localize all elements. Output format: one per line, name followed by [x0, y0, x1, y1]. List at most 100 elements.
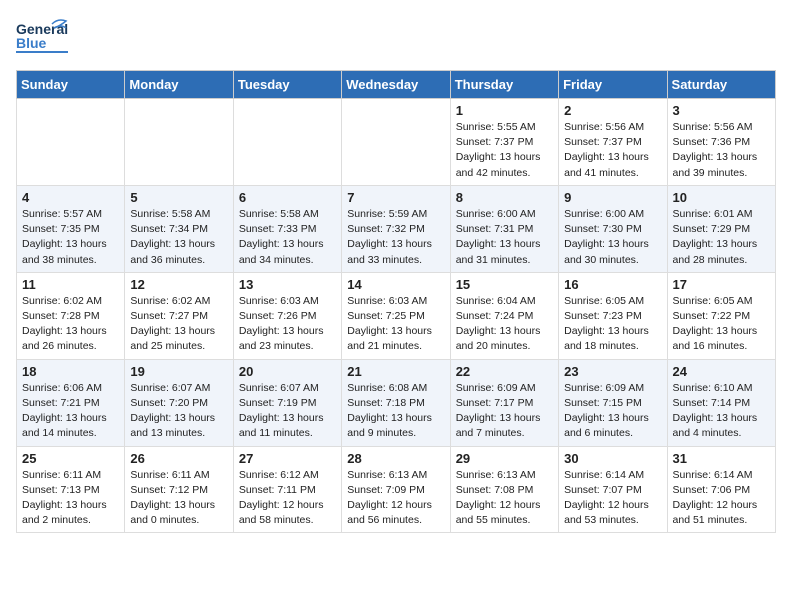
day-cell-23: 23Sunrise: 6:09 AM Sunset: 7:15 PM Dayli… [559, 359, 667, 446]
empty-cell [342, 99, 450, 186]
day-info: Sunrise: 6:05 AM Sunset: 7:22 PM Dayligh… [673, 294, 770, 355]
day-cell-27: 27 Sunrise: 6:12 AM Sunset: 7:11 PM Dayli… [233, 446, 341, 533]
day-number: 26 [130, 451, 227, 466]
day-number: 30 [564, 451, 661, 466]
day-cell-16: 16 Sunrise: 6:05 AM Sunset: 7:23 PM Dayli… [559, 272, 667, 359]
day-cell-2: 2 Sunrise: 5:56 AM Sunset: 7:37 PM Daylig… [559, 99, 667, 186]
day-info: Sunrise: 6:11 AM Sunset: 7:13 PM Dayligh… [22, 468, 119, 529]
day-number: 15 [456, 277, 553, 292]
day-cell-14: 14Sunrise: 6:03 AM Sunset: 7:25 PM Dayli… [342, 272, 450, 359]
day-number: 8 [456, 190, 553, 205]
svg-text:Blue: Blue [16, 35, 47, 51]
day-cell-26: 26 Sunrise: 6:11 AM Sunset: 7:12 PM Dayli… [125, 446, 233, 533]
day-info: Sunrise: 6:01 AM Sunset: 7:29 PM Dayligh… [673, 207, 770, 268]
day-number: 9 [564, 190, 661, 205]
day-number: 1 [456, 103, 553, 118]
day-cell-3: 3Sunrise: 5:56 AM Sunset: 7:36 PM Daylig… [667, 99, 775, 186]
week-row-3: 11 Sunrise: 6:02 AM Sunset: 7:28 PM Dayli… [17, 272, 776, 359]
empty-cell [125, 99, 233, 186]
day-cell-13: 13Sunrise: 6:03 AM Sunset: 7:26 PM Dayli… [233, 272, 341, 359]
day-info: Sunrise: 5:56 AM Sunset: 7:36 PM Dayligh… [673, 120, 770, 181]
day-info: Sunrise: 5:56 AM Sunset: 7:37 PM Dayligh… [564, 120, 661, 181]
day-info: Sunrise: 6:05 AM Sunset: 7:23 PM Dayligh… [564, 294, 661, 355]
day-info: Sunrise: 6:07 AM Sunset: 7:19 PM Dayligh… [239, 381, 336, 442]
day-number: 18 [22, 364, 119, 379]
day-number: 29 [456, 451, 553, 466]
day-number: 11 [22, 277, 119, 292]
day-cell-7: 7 Sunrise: 5:59 AM Sunset: 7:32 PM Daylig… [342, 185, 450, 272]
day-info: Sunrise: 6:00 AM Sunset: 7:30 PM Dayligh… [564, 207, 661, 268]
weekday-header-saturday: Saturday [667, 71, 775, 99]
day-cell-28: 28 Sunrise: 6:13 AM Sunset: 7:09 PM Dayli… [342, 446, 450, 533]
day-number: 25 [22, 451, 119, 466]
day-cell-21: 21Sunrise: 6:08 AM Sunset: 7:18 PM Dayli… [342, 359, 450, 446]
week-row-5: 25 Sunrise: 6:11 AM Sunset: 7:13 PM Dayli… [17, 446, 776, 533]
day-cell-8: 8 Sunrise: 6:00 AM Sunset: 7:31 PM Daylig… [450, 185, 558, 272]
day-info: Sunrise: 6:13 AM Sunset: 7:09 PM Dayligh… [347, 468, 444, 529]
day-cell-22: 22 Sunrise: 6:09 AM Sunset: 7:17 PM Dayli… [450, 359, 558, 446]
day-cell-29: 29 Sunrise: 6:13 AM Sunset: 7:08 PM Dayli… [450, 446, 558, 533]
logo: General Blue [16, 16, 68, 58]
day-number: 28 [347, 451, 444, 466]
weekday-header-sunday: Sunday [17, 71, 125, 99]
day-info: Sunrise: 5:58 AM Sunset: 7:34 PM Dayligh… [130, 207, 227, 268]
day-info: Sunrise: 6:06 AM Sunset: 7:21 PM Dayligh… [22, 381, 119, 442]
day-info: Sunrise: 5:58 AM Sunset: 7:33 PM Dayligh… [239, 207, 336, 268]
day-cell-5: 5 Sunrise: 5:58 AM Sunset: 7:34 PM Daylig… [125, 185, 233, 272]
day-number: 27 [239, 451, 336, 466]
day-info: Sunrise: 6:09 AM Sunset: 7:15 PM Dayligh… [564, 381, 661, 442]
day-number: 14 [347, 277, 444, 292]
day-number: 13 [239, 277, 336, 292]
day-number: 10 [673, 190, 770, 205]
day-info: Sunrise: 6:14 AM Sunset: 7:07 PM Dayligh… [564, 468, 661, 529]
day-info: Sunrise: 5:55 AM Sunset: 7:37 PM Dayligh… [456, 120, 553, 181]
day-cell-30: 30 Sunrise: 6:14 AM Sunset: 7:07 PM Dayli… [559, 446, 667, 533]
day-info: Sunrise: 6:00 AM Sunset: 7:31 PM Dayligh… [456, 207, 553, 268]
day-number: 7 [347, 190, 444, 205]
day-info: Sunrise: 6:13 AM Sunset: 7:08 PM Dayligh… [456, 468, 553, 529]
day-number: 16 [564, 277, 661, 292]
weekday-header-friday: Friday [559, 71, 667, 99]
week-row-2: 4 Sunrise: 5:57 AM Sunset: 7:35 PM Daylig… [17, 185, 776, 272]
day-number: 31 [673, 451, 770, 466]
weekday-header-tuesday: Tuesday [233, 71, 341, 99]
day-cell-11: 11 Sunrise: 6:02 AM Sunset: 7:28 PM Dayli… [17, 272, 125, 359]
day-cell-15: 15 Sunrise: 6:04 AM Sunset: 7:24 PM Dayli… [450, 272, 558, 359]
day-info: Sunrise: 6:14 AM Sunset: 7:06 PM Dayligh… [673, 468, 770, 529]
week-row-4: 18 Sunrise: 6:06 AM Sunset: 7:21 PM Dayli… [17, 359, 776, 446]
day-number: 17 [673, 277, 770, 292]
day-cell-12: 12 Sunrise: 6:02 AM Sunset: 7:27 PM Dayli… [125, 272, 233, 359]
day-number: 19 [130, 364, 227, 379]
day-info: Sunrise: 6:09 AM Sunset: 7:17 PM Dayligh… [456, 381, 553, 442]
day-info: Sunrise: 5:57 AM Sunset: 7:35 PM Dayligh… [22, 207, 119, 268]
day-cell-24: 24 Sunrise: 6:10 AM Sunset: 7:14 PM Dayli… [667, 359, 775, 446]
day-number: 20 [239, 364, 336, 379]
day-info: Sunrise: 6:11 AM Sunset: 7:12 PM Dayligh… [130, 468, 227, 529]
day-info: Sunrise: 6:04 AM Sunset: 7:24 PM Dayligh… [456, 294, 553, 355]
weekday-header-row: SundayMondayTuesdayWednesdayThursdayFrid… [17, 71, 776, 99]
day-number: 2 [564, 103, 661, 118]
day-info: Sunrise: 6:08 AM Sunset: 7:18 PM Dayligh… [347, 381, 444, 442]
day-info: Sunrise: 6:10 AM Sunset: 7:14 PM Dayligh… [673, 381, 770, 442]
day-info: Sunrise: 6:02 AM Sunset: 7:27 PM Dayligh… [130, 294, 227, 355]
day-cell-6: 6 Sunrise: 5:58 AM Sunset: 7:33 PM Daylig… [233, 185, 341, 272]
day-info: Sunrise: 5:59 AM Sunset: 7:32 PM Dayligh… [347, 207, 444, 268]
day-info: Sunrise: 6:02 AM Sunset: 7:28 PM Dayligh… [22, 294, 119, 355]
weekday-header-monday: Monday [125, 71, 233, 99]
day-number: 4 [22, 190, 119, 205]
day-info: Sunrise: 6:12 AM Sunset: 7:11 PM Dayligh… [239, 468, 336, 529]
empty-cell [233, 99, 341, 186]
day-cell-10: 10 Sunrise: 6:01 AM Sunset: 7:29 PM Dayli… [667, 185, 775, 272]
day-cell-20: 20 Sunrise: 6:07 AM Sunset: 7:19 PM Dayli… [233, 359, 341, 446]
day-cell-19: 19Sunrise: 6:07 AM Sunset: 7:20 PM Dayli… [125, 359, 233, 446]
day-cell-25: 25 Sunrise: 6:11 AM Sunset: 7:13 PM Dayli… [17, 446, 125, 533]
day-number: 6 [239, 190, 336, 205]
day-cell-1: 1 Sunrise: 5:55 AM Sunset: 7:37 PM Daylig… [450, 99, 558, 186]
day-cell-31: 31 Sunrise: 6:14 AM Sunset: 7:06 PM Dayli… [667, 446, 775, 533]
day-number: 5 [130, 190, 227, 205]
day-cell-17: 17 Sunrise: 6:05 AM Sunset: 7:22 PM Dayli… [667, 272, 775, 359]
day-number: 24 [673, 364, 770, 379]
day-cell-4: 4 Sunrise: 5:57 AM Sunset: 7:35 PM Daylig… [17, 185, 125, 272]
day-number: 12 [130, 277, 227, 292]
day-number: 22 [456, 364, 553, 379]
